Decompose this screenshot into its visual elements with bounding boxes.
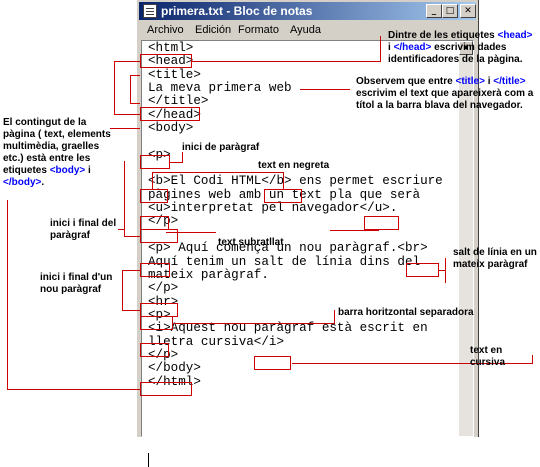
connector-line [130, 103, 140, 104]
connector-line [124, 236, 140, 237]
annotation-underline: text subratllat [218, 237, 284, 248]
u-open-box [140, 216, 169, 230]
annotation-bold: text en negreta [258, 160, 330, 171]
connector-line [170, 162, 183, 163]
menu-ayuda[interactable]: Ayuda [290, 24, 321, 36]
connector-line [122, 270, 140, 271]
connector-line [152, 172, 153, 189]
br-box [406, 263, 439, 277]
connector-line [445, 258, 446, 283]
connector-line [174, 323, 334, 324]
code-line: <body> [148, 121, 194, 136]
connector-line [7, 389, 140, 390]
connector-line [380, 36, 381, 62]
body-close-box [140, 382, 192, 396]
connector-line [330, 230, 378, 231]
connector-line [166, 232, 216, 233]
p-close-box-2 [140, 303, 178, 317]
close-button[interactable]: ✕ [460, 4, 476, 18]
code-line: <title> [148, 67, 201, 82]
connector-line [7, 200, 8, 389]
connector-line [439, 270, 445, 271]
connector-line [114, 114, 140, 115]
connector-line [300, 89, 350, 90]
annotation-head: Dintre de les etiquetes <head> i </head>… [388, 30, 533, 65]
head-close-box [140, 107, 200, 121]
b-close-box [264, 189, 302, 203]
annotation-p-start: inici de paràgraf [182, 142, 260, 153]
text-caret [148, 453, 149, 467]
connector-line [283, 172, 284, 189]
annotation-p-range-2: inici i final d'un nou paràgraf [40, 272, 113, 295]
connector-line [114, 61, 140, 62]
code-line: </p> [148, 281, 179, 296]
i-close-box [254, 356, 291, 370]
connector-line [130, 75, 131, 104]
connector-line [378, 230, 379, 231]
annotation-hr: barra horitzontal separadora [338, 307, 474, 318]
code-line: Aquí tenim un salt de línia dins del [148, 254, 421, 269]
code-line: La meva primera web [148, 81, 292, 96]
annotation-title: Observem que entre <title> i </title> es… [356, 76, 534, 111]
connector-line [122, 270, 123, 310]
connector-line [110, 128, 140, 129]
notepad-icon [143, 4, 157, 18]
connector-line [152, 172, 283, 173]
annotation-italic: text en cursiva [470, 345, 506, 368]
connector-line [122, 310, 140, 311]
connector-line [192, 61, 380, 62]
menu-edicion[interactable]: Edición [195, 24, 231, 36]
annotation-p-range-1: inici i final del paràgraf [50, 218, 117, 241]
maximize-button[interactable]: □ [442, 4, 458, 18]
connector-line [114, 61, 115, 115]
code-line: <u>interpretat pel navegador</u>. [148, 201, 398, 216]
code-line: <html> [148, 41, 194, 55]
minimize-button[interactable]: _ [426, 4, 442, 18]
annotation-br: salt de línia en un mateix paràgraf [453, 247, 537, 270]
u-close-box [364, 216, 399, 230]
hr-box [140, 316, 173, 330]
p-open-box [140, 155, 170, 169]
annotation-body: El contingut de la pàgina ( text, elemen… [3, 117, 111, 188]
connector-line [118, 229, 124, 230]
window-title: primera.txt - Bloc de notas [161, 4, 313, 18]
title-bar[interactable]: primera.txt - Bloc de notas _ □ ✕ [139, 2, 476, 20]
b-open-box [140, 189, 168, 203]
menu-formato[interactable]: Formato [238, 24, 279, 36]
code-line: <b>El Codi HTML</b> ens permet escriure [148, 174, 443, 189]
code-line: </body> [148, 361, 201, 376]
code-line: <p> Aquí comença un nou paràgraf.<br> [148, 241, 428, 256]
connector-line [334, 310, 335, 324]
connector-line [124, 161, 125, 237]
head-open-box [140, 54, 192, 68]
connector-line [130, 75, 140, 76]
menu-archivo[interactable]: Archivo [147, 24, 184, 36]
p-open-box-2 [140, 263, 170, 277]
i-open-box [140, 343, 169, 357]
